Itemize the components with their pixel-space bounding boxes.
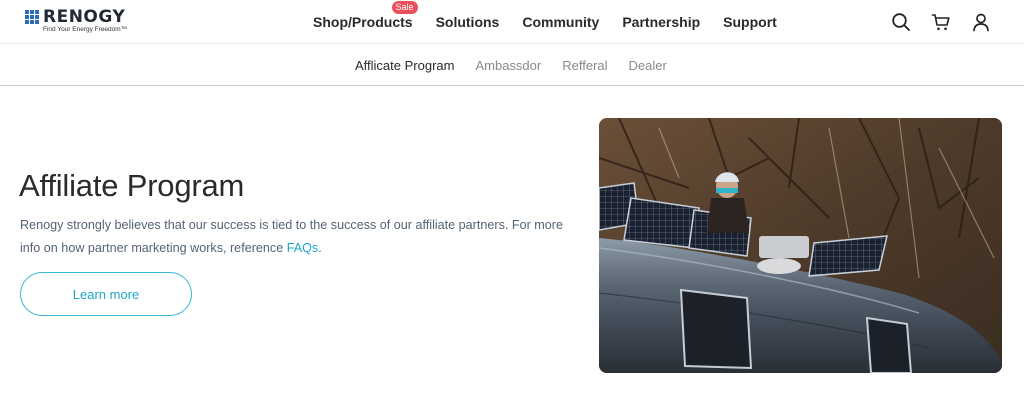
nav-item-community[interactable]: Community: [522, 14, 599, 30]
nav-item-label: Shop/Products: [313, 14, 413, 30]
nav-item-partnership[interactable]: Partnership: [622, 14, 700, 30]
brand-name: RENOGY: [43, 7, 126, 27]
hero-description: Renogy strongly believes that our succes…: [20, 214, 580, 260]
learn-more-button[interactable]: Learn more: [20, 272, 192, 316]
faqs-link[interactable]: FAQs: [287, 241, 319, 255]
logo-mark-icon: [25, 10, 40, 24]
airstream-solar-photo: [599, 118, 1002, 373]
nav-item-solutions[interactable]: Solutions: [436, 14, 500, 30]
partnership-subnav: Afflicate Program Ambassdor Refferal Dea…: [0, 44, 1024, 86]
cart-icon[interactable]: [931, 12, 951, 32]
header-icons: [891, 12, 991, 32]
nav-item-support[interactable]: Support: [723, 14, 777, 30]
main-nav: Shop/Products Sale Solutions Community P…: [302, 0, 800, 44]
subnav-item-affiliate[interactable]: Afflicate Program: [355, 58, 454, 73]
top-header: RENOGY Find Your Energy Freedom™ Shop/Pr…: [0, 0, 1024, 44]
user-icon[interactable]: [971, 12, 991, 32]
nav-item-shop-products[interactable]: Shop/Products Sale: [313, 1, 418, 30]
brand-tagline: Find Your Energy Freedom™: [43, 26, 128, 33]
subnav-item-dealer[interactable]: Dealer: [629, 58, 667, 73]
subnav-item-ambassador[interactable]: Ambassdor: [475, 58, 541, 73]
renogy-logo[interactable]: RENOGY Find Your Energy Freedom™: [25, 7, 145, 37]
hero-description-suffix: .: [318, 241, 322, 255]
sale-badge: Sale: [391, 1, 418, 14]
page-title: Affiliate Program: [19, 168, 245, 203]
search-icon[interactable]: [891, 12, 911, 32]
hero-photo: [599, 118, 1002, 373]
subnav-item-referral[interactable]: Refferal: [562, 58, 607, 73]
